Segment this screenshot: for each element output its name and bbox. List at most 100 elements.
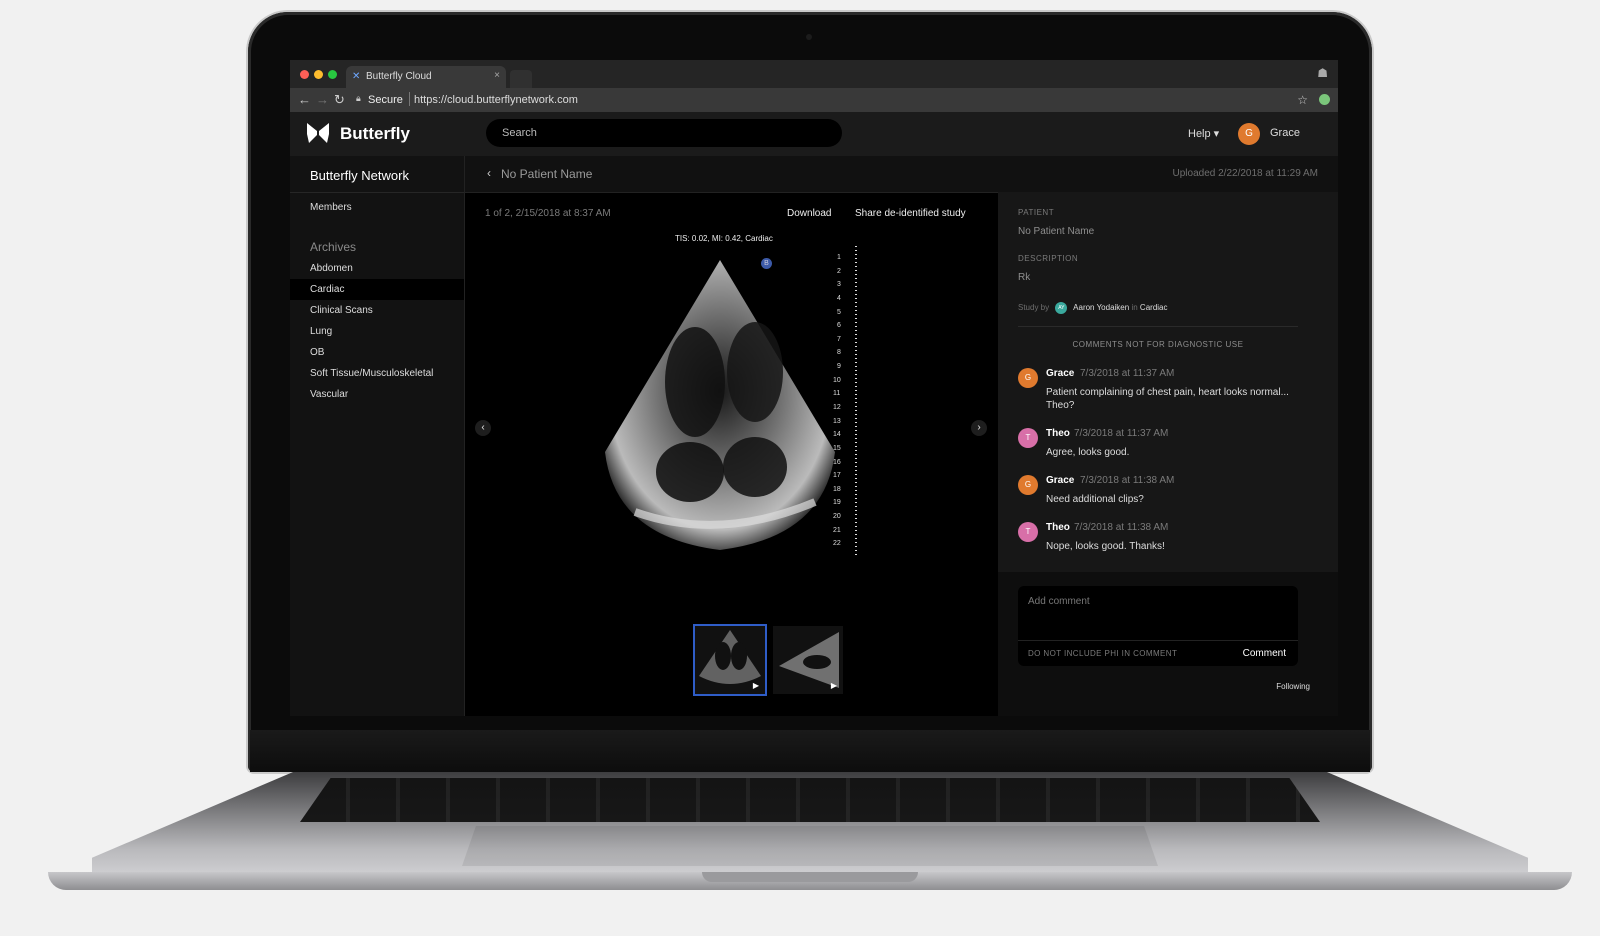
depth-tick-label: 9 bbox=[837, 363, 841, 371]
comment-time: 7/3/2018 at 11:37 AM bbox=[1080, 368, 1175, 379]
phi-warning: DO NOT INCLUDE PHI IN COMMENT bbox=[1028, 649, 1178, 658]
butterfly-favicon-icon: ✕ bbox=[352, 71, 361, 82]
tab-title: Butterfly Cloud bbox=[366, 71, 432, 82]
composer-divider bbox=[1018, 640, 1298, 641]
commenter-avatar: T bbox=[1018, 522, 1038, 542]
ultrasound-image[interactable] bbox=[595, 252, 845, 552]
depth-tick-label: 3 bbox=[837, 281, 841, 289]
incognito-icon: ☗ bbox=[1317, 66, 1328, 80]
back-arrow-icon[interactable]: ← bbox=[298, 92, 311, 107]
orientation-marker: B bbox=[761, 258, 772, 269]
depth-tick-label: 5 bbox=[837, 308, 841, 316]
scan-overlay-text: TIS: 0.02, MI: 0.42, Cardiac bbox=[675, 234, 773, 243]
help-menu[interactable]: Help ▾ bbox=[1188, 127, 1219, 140]
depth-tick-label: 13 bbox=[833, 417, 841, 425]
sidebar-item-abdomen[interactable]: Abdomen bbox=[290, 258, 464, 279]
commenter-name: Grace bbox=[1046, 368, 1075, 379]
study-by-in: in bbox=[1131, 303, 1138, 313]
comment-submit-button[interactable]: Comment bbox=[1243, 648, 1286, 659]
search-placeholder: Search bbox=[502, 127, 537, 139]
depth-tick-label: 14 bbox=[833, 431, 841, 439]
commenter-avatar: G bbox=[1018, 475, 1038, 495]
depth-tick-label: 8 bbox=[837, 349, 841, 357]
study-by-prefix: Study by bbox=[1018, 303, 1050, 313]
study-viewer: 1 of 2, 2/15/2018 at 8:37 AM Download Sh… bbox=[465, 156, 997, 716]
forward-arrow-icon[interactable]: → bbox=[316, 92, 329, 107]
commenter-name: Theo bbox=[1046, 522, 1070, 533]
depth-tick-label: 16 bbox=[833, 458, 841, 466]
new-tab-button[interactable] bbox=[510, 70, 532, 88]
study-archive[interactable]: Cardiac bbox=[1140, 303, 1168, 312]
commenter-avatar: T bbox=[1018, 428, 1038, 448]
sidebar-item-clinical-scans[interactable]: Clinical Scans bbox=[290, 300, 464, 321]
sidebar-item-soft-tissue[interactable]: Soft Tissue/Musculoskeletal bbox=[290, 363, 464, 384]
depth-tick-label: 2 bbox=[837, 267, 841, 275]
clip-thumbnail-1[interactable]: ▶ bbox=[693, 624, 767, 696]
extension-icon[interactable] bbox=[1319, 94, 1330, 105]
comment-time: 7/3/2018 at 11:38 AM bbox=[1080, 475, 1175, 486]
previous-clip-button[interactable]: ‹ bbox=[475, 420, 491, 436]
back-chevron-icon[interactable]: ‹ bbox=[487, 166, 491, 180]
user-avatar[interactable]: G bbox=[1238, 123, 1260, 145]
depth-tick-label: 19 bbox=[833, 499, 841, 507]
comment-text: Nope, looks good. Thanks! bbox=[1046, 541, 1165, 552]
reload-icon[interactable]: ↻ bbox=[334, 92, 345, 108]
sidebar-item-ob[interactable]: OB bbox=[290, 342, 464, 363]
depth-tick-label: 20 bbox=[833, 513, 841, 521]
trackpad bbox=[462, 826, 1158, 866]
sidebar-item-cardiac[interactable]: Cardiac bbox=[290, 279, 464, 300]
study-title-bar: ‹ No Patient Name Uploaded 2/22/2018 at … bbox=[465, 156, 1338, 193]
url-text: https://cloud.butterflynetwork.com bbox=[414, 94, 578, 106]
depth-tick-label: 21 bbox=[833, 526, 841, 534]
depth-tick-label: 17 bbox=[833, 472, 841, 480]
patient-value: No Patient Name bbox=[1018, 226, 1095, 237]
organization-name[interactable]: Butterfly Network bbox=[310, 168, 409, 183]
screen-bezel bbox=[250, 730, 1370, 772]
address-bar[interactable]: 🔒︎ Secure https://cloud.butterflynetwork… bbox=[356, 91, 1276, 109]
close-window-dot[interactable] bbox=[300, 70, 309, 79]
screen: ✕ Butterfly Cloud × ☗ ← → ↻ 🔒︎ Secure ht… bbox=[290, 60, 1338, 716]
depth-tick-label: 4 bbox=[837, 294, 841, 302]
commenter-avatar: G bbox=[1018, 368, 1038, 388]
sidebar-item-vascular[interactable]: Vascular bbox=[290, 384, 464, 405]
clip-info: 1 of 2, 2/15/2018 at 8:37 AM bbox=[485, 208, 611, 219]
minimize-window-dot[interactable] bbox=[314, 70, 323, 79]
depth-ruler-scale bbox=[855, 246, 857, 556]
butterfly-logo-icon bbox=[306, 122, 330, 150]
browser-toolbar: ← → ↻ 🔒︎ Secure https://cloud.butterflyn… bbox=[290, 88, 1338, 112]
upload-timestamp: Uploaded 2/22/2018 at 11:29 AM bbox=[1172, 168, 1318, 179]
depth-tick-label: 1 bbox=[837, 254, 841, 261]
secure-label: Secure bbox=[368, 94, 403, 106]
comment-composer: Add comment DO NOT INCLUDE PHI IN COMMEN… bbox=[1018, 586, 1298, 666]
browser-tab[interactable]: ✕ Butterfly Cloud × bbox=[346, 66, 506, 88]
tab-close-icon[interactable]: × bbox=[494, 70, 500, 81]
comments-heading: COMMENTS NOT FOR DIAGNOSTIC USE bbox=[1072, 340, 1244, 349]
app-logo-text[interactable]: Butterfly bbox=[340, 124, 410, 144]
share-deidentified-button[interactable]: Share de-identified study bbox=[855, 208, 966, 219]
archive-list: Abdomen Cardiac Clinical Scans Lung OB S… bbox=[290, 258, 464, 405]
next-clip-button[interactable]: › bbox=[971, 420, 987, 436]
author-avatar: AY bbox=[1055, 302, 1068, 314]
depth-tick-label: 6 bbox=[837, 322, 841, 330]
search-input[interactable]: Search bbox=[486, 119, 842, 147]
video-clip-icon: ▶ bbox=[830, 681, 837, 690]
download-button[interactable]: Download bbox=[787, 208, 831, 219]
comment-time: 7/3/2018 at 11:37 AM bbox=[1074, 428, 1169, 439]
following-toggle[interactable]: Following bbox=[1276, 682, 1310, 691]
sidebar-item-lung[interactable]: Lung bbox=[290, 321, 464, 342]
study-author[interactable]: Aaron Yodaiken bbox=[1073, 303, 1129, 312]
laptop-notch bbox=[702, 872, 918, 882]
study-title: No Patient Name bbox=[501, 167, 593, 181]
sidebar-item-members[interactable]: Members bbox=[310, 202, 352, 213]
bookmark-star-icon[interactable]: ☆ bbox=[1297, 93, 1308, 107]
add-comment-input[interactable]: Add comment bbox=[1028, 596, 1090, 607]
clip-thumbnail-2[interactable]: ▶ bbox=[773, 626, 843, 694]
user-name[interactable]: Grace bbox=[1270, 127, 1300, 139]
commenter-name: Theo bbox=[1046, 428, 1070, 439]
maximize-window-dot[interactable] bbox=[328, 70, 337, 79]
webcam bbox=[806, 34, 812, 40]
description-label: DESCRIPTION bbox=[1018, 254, 1079, 263]
study-details-panel: PATIENT No Patient Name DESCRIPTION Rk S… bbox=[998, 192, 1338, 716]
lock-icon: 🔒︎ bbox=[356, 93, 361, 103]
depth-tick-label: 7 bbox=[837, 335, 841, 343]
